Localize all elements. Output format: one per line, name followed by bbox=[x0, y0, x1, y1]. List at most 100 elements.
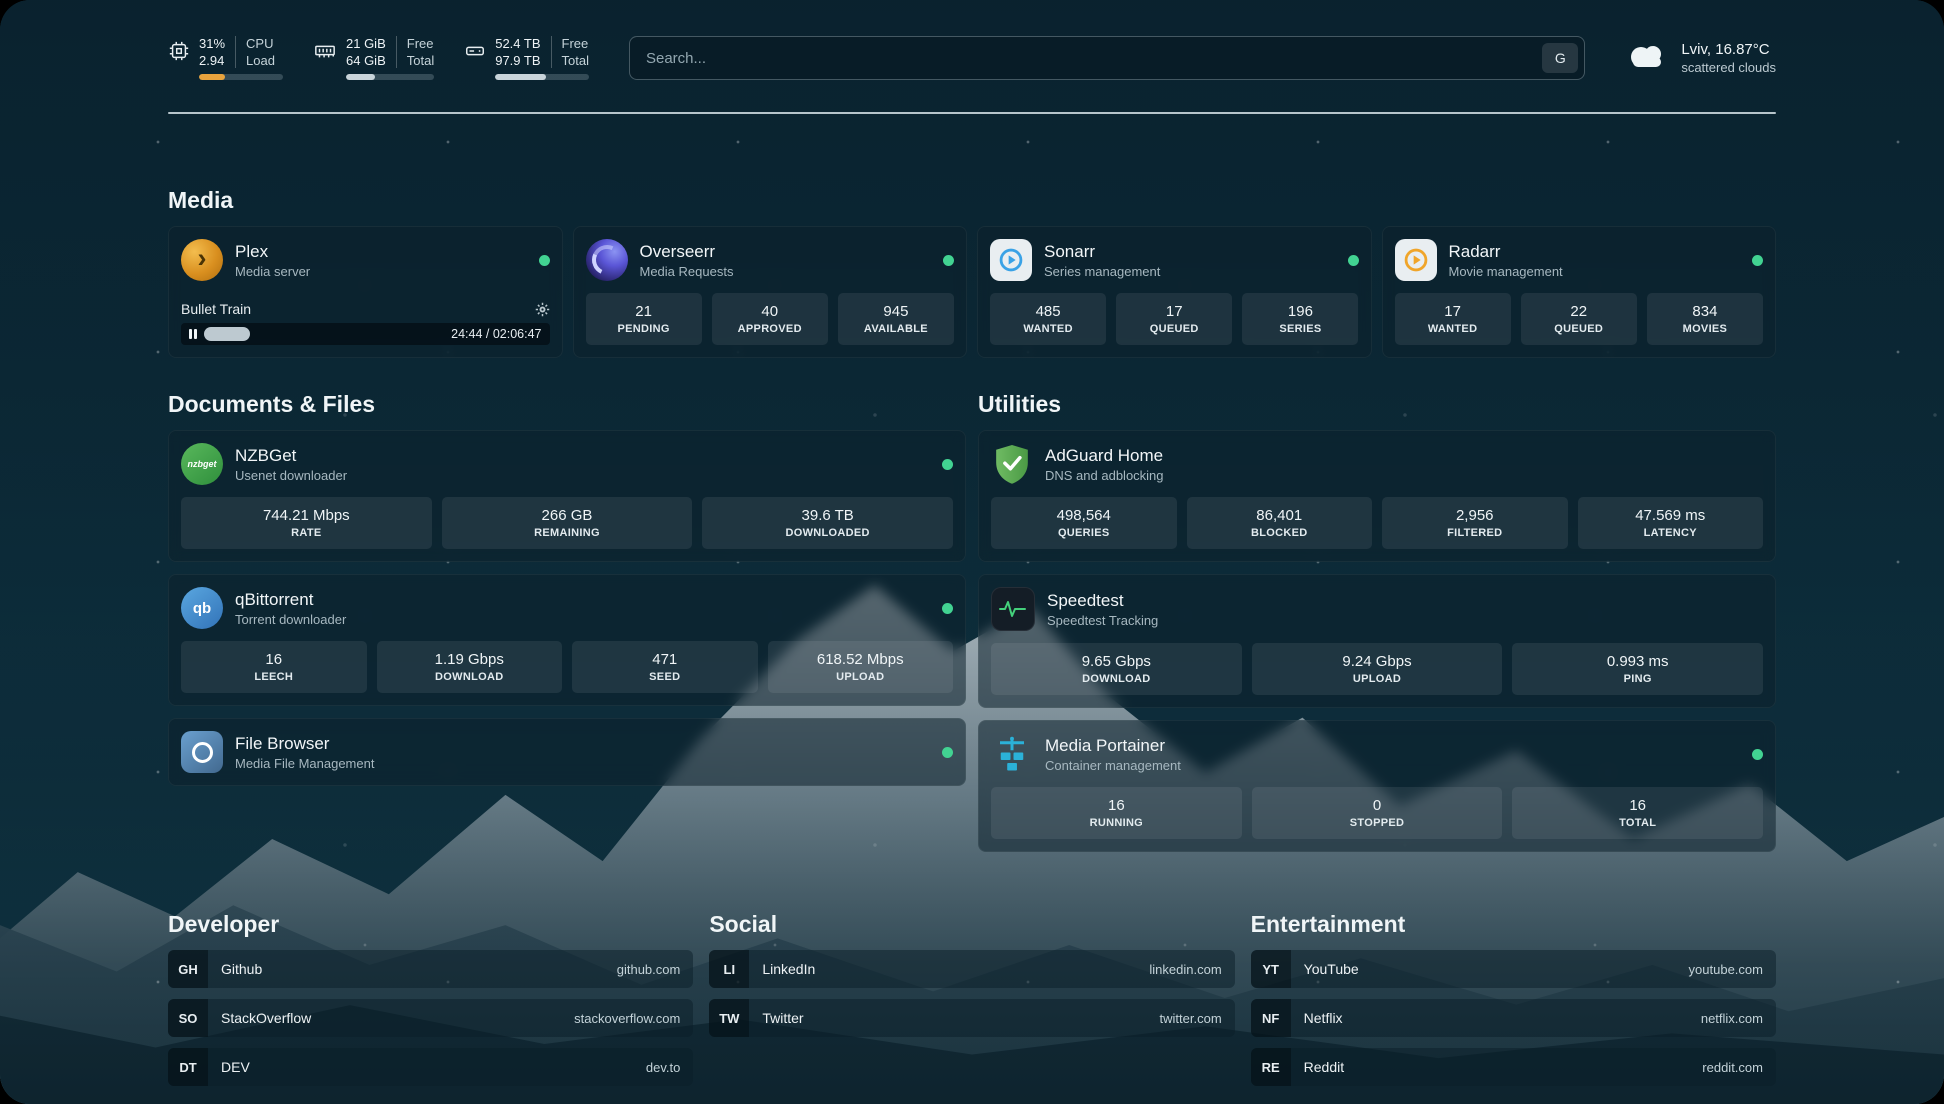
playback-progress-bar[interactable]: 24:44 / 02:06:47 bbox=[181, 323, 550, 345]
stat-cell: 21 PENDING bbox=[586, 293, 702, 345]
search-provider-button[interactable]: G bbox=[1542, 43, 1578, 73]
stat-label: SERIES bbox=[1279, 323, 1321, 335]
service-card-filebrowser[interactable]: File Browser Media File Management bbox=[168, 718, 966, 786]
stat-cell: 16RUNNING bbox=[991, 787, 1242, 839]
disk-free-value: 52.4 TB bbox=[495, 36, 540, 51]
service-subtitle: Speedtest Tracking bbox=[1047, 613, 1158, 628]
stat-label: WANTED bbox=[1023, 323, 1072, 335]
disk-free-label: Free bbox=[562, 36, 589, 51]
stat-value: 40 bbox=[761, 303, 778, 320]
service-stats: 498,564QUERIES86,401BLOCKED2,956FILTERED… bbox=[991, 485, 1763, 549]
cloud-icon bbox=[1625, 41, 1669, 76]
service-card-radarr[interactable]: Radarr Movie management 17WANTED22QUEUED… bbox=[1382, 226, 1777, 358]
stat-value: 196 bbox=[1288, 303, 1313, 320]
section-title-media: Media bbox=[168, 186, 1776, 214]
status-dot-online bbox=[942, 459, 953, 470]
bookmark-url: stackoverflow.com bbox=[574, 1011, 693, 1026]
service-stats: 17WANTED22QUEUED834MOVIES bbox=[1395, 281, 1764, 345]
stat-label: STOPPED bbox=[1350, 817, 1404, 829]
stat-label: UPLOAD bbox=[1353, 673, 1401, 685]
stat-label: DOWNLOAD bbox=[435, 671, 503, 683]
service-stats: 16RUNNING0STOPPED16TOTAL bbox=[991, 775, 1763, 839]
service-name: File Browser bbox=[235, 734, 374, 754]
service-name: qBittorrent bbox=[235, 590, 346, 610]
bookmark-url: github.com bbox=[617, 962, 694, 977]
memory-free-label: Free bbox=[407, 36, 434, 51]
qbittorrent-icon: qb bbox=[181, 587, 223, 629]
bookmark-dev[interactable]: DTDEVdev.to bbox=[168, 1048, 693, 1086]
bookmark-abbr-badge: RE bbox=[1251, 1048, 1291, 1086]
bookmark-github[interactable]: GHGithubgithub.com bbox=[168, 950, 693, 988]
section-media: Media › Plex Media server bbox=[168, 186, 1776, 358]
bookmark-reddit[interactable]: RERedditreddit.com bbox=[1251, 1048, 1776, 1086]
stat-cell: 1.19 GbpsDOWNLOAD bbox=[377, 641, 563, 693]
service-card-nzbget[interactable]: nzbget NZBGet Usenet downloader 744.21 M… bbox=[168, 430, 966, 562]
playback-time: 24:44 / 02:06:47 bbox=[451, 327, 541, 341]
service-subtitle: Media Requests bbox=[640, 264, 734, 279]
cpu-usage-label: CPU bbox=[246, 36, 275, 51]
bookmark-linkedin[interactable]: LILinkedInlinkedin.com bbox=[709, 950, 1234, 988]
cpu-usage-bar bbox=[199, 74, 283, 80]
service-stats: 16LEECH1.19 GbpsDOWNLOAD471SEED618.52 Mb… bbox=[181, 629, 953, 693]
stat-label: TOTAL bbox=[1619, 817, 1656, 829]
service-name: AdGuard Home bbox=[1045, 446, 1164, 466]
stat-label: REMAINING bbox=[534, 527, 600, 539]
search-input[interactable] bbox=[644, 49, 1542, 68]
cpu-usage-bar-fill bbox=[199, 74, 225, 80]
service-card-sonarr[interactable]: Sonarr Series management 485WANTED17QUEU… bbox=[977, 226, 1372, 358]
service-card-qbittorrent[interactable]: qb qBittorrent Torrent downloader 16LEEC… bbox=[168, 574, 966, 706]
disk-icon bbox=[464, 40, 486, 62]
stat-cell: 9.65 GbpsDOWNLOAD bbox=[991, 643, 1242, 695]
stat-label: PENDING bbox=[617, 323, 669, 335]
progress-track bbox=[204, 323, 445, 345]
bookmark-name: Github bbox=[208, 961, 262, 977]
now-playing-widget: Bullet Train bbox=[181, 293, 550, 345]
weather-widget[interactable]: Lviv, 16.87°C scattered clouds bbox=[1625, 41, 1776, 76]
stat-cell: 0.993 msPING bbox=[1512, 643, 1763, 695]
stat-cell: 9.24 Gbps UPLOAD bbox=[1252, 643, 1503, 695]
stat-value: 16 bbox=[265, 651, 282, 668]
service-card-plex[interactable]: › Plex Media server Bullet Train bbox=[168, 226, 563, 358]
stat-label: WANTED bbox=[1428, 323, 1477, 335]
stat-value: 21 bbox=[635, 303, 652, 320]
bookmark-name: StackOverflow bbox=[208, 1010, 311, 1026]
cpu-icon bbox=[168, 40, 190, 62]
service-name: NZBGet bbox=[235, 446, 347, 466]
bookmark-youtube[interactable]: YTYouTube youtube.com bbox=[1251, 950, 1776, 988]
bookmark-url: youtube.com bbox=[1689, 962, 1776, 977]
pause-icon[interactable] bbox=[189, 329, 197, 339]
bookmark-abbr-badge: YT bbox=[1251, 950, 1291, 988]
bookmark-netflix[interactable]: NFNetflixnetflix.com bbox=[1251, 999, 1776, 1037]
stat-cell: 266 GBREMAINING bbox=[442, 497, 693, 549]
system-stats: 31% 2.94 CPU Load bbox=[168, 36, 589, 80]
now-playing-title: Bullet Train bbox=[181, 301, 251, 317]
sonarr-icon bbox=[990, 239, 1032, 281]
stat-value: 498,564 bbox=[1057, 507, 1111, 524]
stat-value: 9.24 Gbps bbox=[1342, 653, 1411, 670]
bookmark-stackoverflow[interactable]: SOStackOverflowstackoverflow.com bbox=[168, 999, 693, 1037]
stat-value: 0 bbox=[1373, 797, 1381, 814]
stat-cell: 498,564 QUERIES bbox=[991, 497, 1177, 549]
section-title-developer: Developer bbox=[168, 910, 693, 938]
stat-label: QUERIES bbox=[1058, 527, 1110, 539]
service-name: Radarr bbox=[1449, 242, 1563, 262]
section-title-utilities: Utilities bbox=[978, 390, 1776, 418]
stat-value: 9.65 Gbps bbox=[1082, 653, 1151, 670]
bookmark-abbr-badge: TW bbox=[709, 999, 749, 1037]
service-card-adguard-home[interactable]: AdGuard Home DNS and adblocking 498,564Q… bbox=[978, 430, 1776, 562]
service-card-speedtest[interactable]: Speedtest Speedtest Tracking 9.65 GbpsDO… bbox=[978, 574, 1776, 708]
status-dot-online bbox=[942, 603, 953, 614]
service-card-media-portainer[interactable]: Media Portainer Container management 16R… bbox=[978, 720, 1776, 852]
service-card-overseerr[interactable]: Overseerr Media Requests 21PENDING40APPR… bbox=[573, 226, 968, 358]
service-subtitle: Media File Management bbox=[235, 756, 374, 771]
stat-value: 471 bbox=[652, 651, 677, 668]
stat-cell: 485WANTED bbox=[990, 293, 1106, 345]
stat-cell: 196 SERIES bbox=[1242, 293, 1358, 345]
gear-icon[interactable] bbox=[535, 302, 550, 317]
service-stats: 21PENDING40APPROVED945AVAILABLE bbox=[586, 281, 955, 345]
bookmark-url: linkedin.com bbox=[1149, 962, 1234, 977]
bookmark-name: YouTube bbox=[1291, 961, 1359, 977]
bookmark-name: Twitter bbox=[749, 1010, 803, 1026]
bookmark-url: dev.to bbox=[646, 1060, 693, 1075]
bookmark-twitter[interactable]: TWTwittertwitter.com bbox=[709, 999, 1234, 1037]
